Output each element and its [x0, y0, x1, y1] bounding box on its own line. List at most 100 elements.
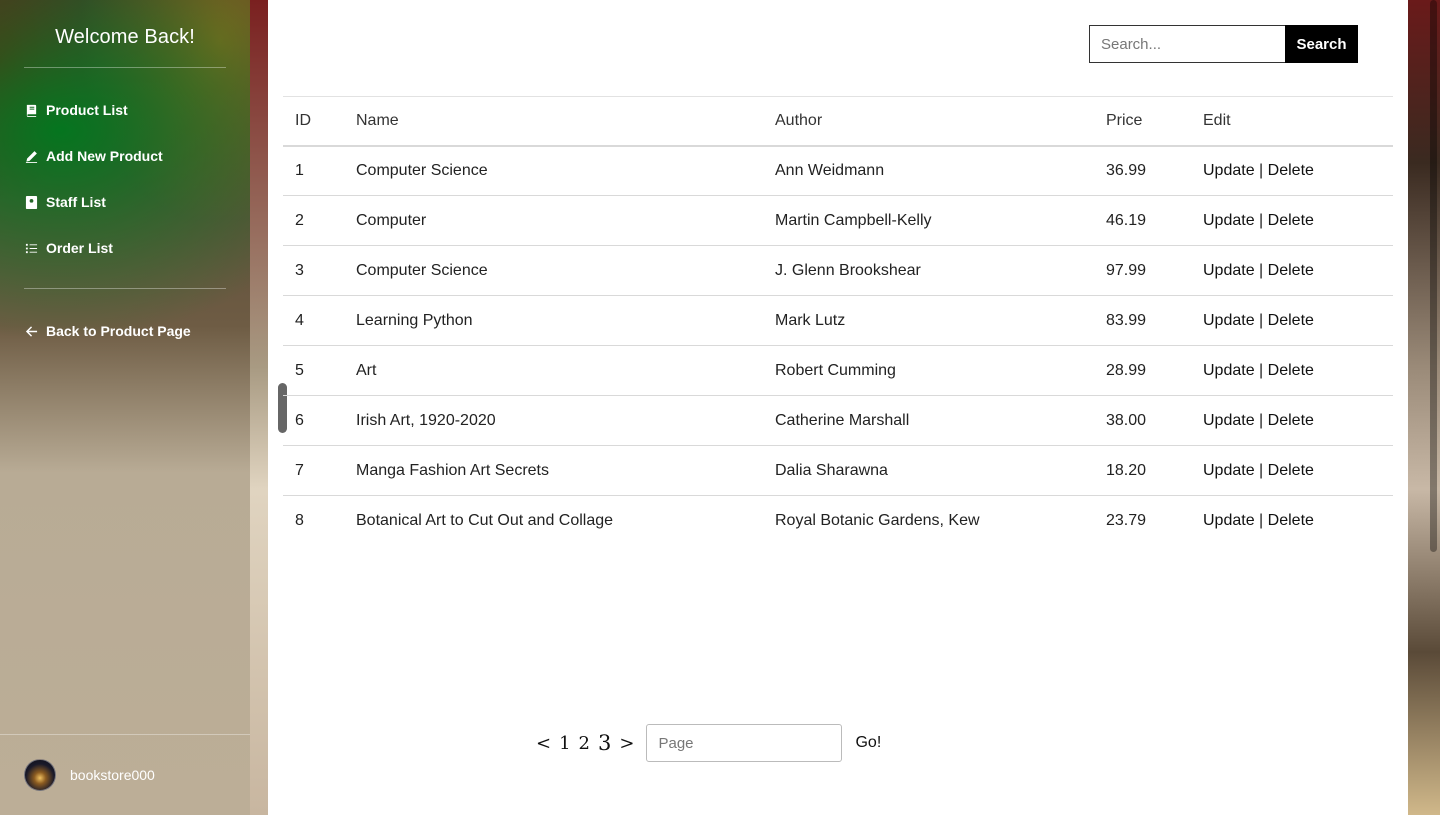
cell-price: 23.79: [1094, 495, 1191, 546]
page-link-3-current[interactable]: 3: [598, 731, 611, 755]
edit-separator: |: [1259, 211, 1264, 229]
cell-id: 1: [283, 145, 344, 196]
column-header-author: Author: [763, 96, 1094, 147]
cell-name: Irish Art, 1920-2020: [344, 395, 763, 446]
update-link[interactable]: Update: [1203, 412, 1255, 429]
cell-edit: Update | Delete: [1191, 445, 1393, 496]
next-page-button[interactable]: >: [619, 733, 634, 754]
table-row: 4 Learning Python Mark Lutz 83.99 Update…: [283, 295, 1393, 346]
window-scrollbar-thumb[interactable]: [1430, 0, 1437, 552]
page-link-1[interactable]: 1: [559, 733, 570, 754]
background-strip: [250, 0, 268, 815]
sidebar-title: Welcome Back!: [55, 26, 195, 48]
cell-edit: Update | Delete: [1191, 395, 1393, 446]
cell-author: Ann Weidmann: [763, 145, 1094, 196]
search-form: Search: [1089, 25, 1358, 63]
update-link[interactable]: Update: [1203, 162, 1255, 179]
cell-edit: Update | Delete: [1191, 145, 1393, 196]
delete-link[interactable]: Delete: [1268, 462, 1314, 479]
cell-price: 18.20: [1094, 445, 1191, 496]
nav-label: Staff List: [46, 194, 106, 210]
main-panel: Search ID Name Author Price Edit 1 Compu…: [268, 0, 1408, 815]
cell-name: Manga Fashion Art Secrets: [344, 445, 763, 496]
column-header-edit: Edit: [1191, 96, 1393, 147]
edit-separator: |: [1259, 311, 1264, 329]
update-link[interactable]: Update: [1203, 512, 1255, 529]
delete-link[interactable]: Delete: [1268, 412, 1314, 429]
cell-author: Mark Lutz: [763, 295, 1094, 346]
edit-separator: |: [1259, 261, 1264, 279]
cell-edit: Update | Delete: [1191, 495, 1393, 546]
cell-id: 3: [283, 245, 344, 296]
cell-name: Botanical Art to Cut Out and Collage: [344, 495, 763, 546]
delete-link[interactable]: Delete: [1268, 262, 1314, 279]
sidebar-divider: [24, 288, 226, 289]
cell-name: Learning Python: [344, 295, 763, 346]
back-to-product-page-link[interactable]: Back to Product Page: [24, 320, 191, 342]
update-link[interactable]: Update: [1203, 312, 1255, 329]
cell-edit: Update | Delete: [1191, 245, 1393, 296]
cell-id: 6: [283, 395, 344, 446]
table-row: 5 Art Robert Cumming 28.99 Update | Dele…: [283, 345, 1393, 396]
search-button[interactable]: Search: [1285, 25, 1358, 63]
user-profile[interactable]: bookstore000: [0, 734, 250, 815]
table-row: 2 Computer Martin Campbell-Kelly 46.19 U…: [283, 195, 1393, 246]
cell-author: Catherine Marshall: [763, 395, 1094, 446]
column-header-price: Price: [1094, 96, 1191, 147]
nav-staff-list[interactable]: Staff List: [24, 191, 106, 213]
page-link-2[interactable]: 2: [579, 733, 590, 754]
pagination: < 1 2 3 > Go!: [536, 724, 881, 762]
arrow-left-icon: [24, 324, 38, 338]
cell-author: Martin Campbell-Kelly: [763, 195, 1094, 246]
edit-separator: |: [1259, 511, 1264, 529]
nav-label: Add New Product: [46, 148, 163, 164]
delete-link[interactable]: Delete: [1268, 162, 1314, 179]
delete-link[interactable]: Delete: [1268, 212, 1314, 229]
cell-edit: Update | Delete: [1191, 345, 1393, 396]
delete-link[interactable]: Delete: [1268, 362, 1314, 379]
column-header-name: Name: [344, 96, 763, 147]
cell-edit: Update | Delete: [1191, 195, 1393, 246]
prev-page-button[interactable]: <: [536, 733, 551, 754]
table-row: 1 Computer Science Ann Weidmann 36.99 Up…: [283, 145, 1393, 196]
sidebar: Welcome Back! Product List Add New Produ…: [0, 0, 250, 815]
cell-id: 2: [283, 195, 344, 246]
cell-name: Computer Science: [344, 245, 763, 296]
back-link-label: Back to Product Page: [46, 323, 191, 339]
update-link[interactable]: Update: [1203, 362, 1255, 379]
update-link[interactable]: Update: [1203, 262, 1255, 279]
update-link[interactable]: Update: [1203, 462, 1255, 479]
update-link[interactable]: Update: [1203, 212, 1255, 229]
cell-edit: Update | Delete: [1191, 295, 1393, 346]
cell-price: 36.99: [1094, 145, 1191, 196]
edit-separator: |: [1259, 461, 1264, 479]
book-icon: [24, 103, 38, 117]
window-scrollbar[interactable]: [1428, 0, 1438, 815]
cell-id: 4: [283, 295, 344, 346]
cell-price: 28.99: [1094, 345, 1191, 396]
cell-price: 46.19: [1094, 195, 1191, 246]
cell-id: 7: [283, 445, 344, 496]
delete-link[interactable]: Delete: [1268, 512, 1314, 529]
cell-id: 8: [283, 495, 344, 546]
nav-label: Product List: [46, 102, 128, 118]
go-button[interactable]: Go!: [855, 734, 881, 752]
nav-add-new-product[interactable]: Add New Product: [24, 145, 163, 167]
nav-label: Order List: [46, 240, 113, 256]
delete-link[interactable]: Delete: [1268, 312, 1314, 329]
page-number-input[interactable]: [646, 724, 843, 762]
cell-author: Robert Cumming: [763, 345, 1094, 396]
cell-id: 5: [283, 345, 344, 396]
cell-name: Computer: [344, 195, 763, 246]
nav-order-list[interactable]: Order List: [24, 237, 113, 259]
table-row: 6 Irish Art, 1920-2020 Catherine Marshal…: [283, 395, 1393, 446]
cell-author: Royal Botanic Gardens, Kew: [763, 495, 1094, 546]
avatar: [24, 759, 56, 791]
table-row: 8 Botanical Art to Cut Out and Collage R…: [283, 495, 1393, 546]
search-input[interactable]: [1089, 25, 1285, 63]
cell-name: Art: [344, 345, 763, 396]
cell-price: 38.00: [1094, 395, 1191, 446]
cell-price: 83.99: [1094, 295, 1191, 346]
nav-product-list[interactable]: Product List: [24, 99, 128, 121]
cell-author: J. Glenn Brookshear: [763, 245, 1094, 296]
